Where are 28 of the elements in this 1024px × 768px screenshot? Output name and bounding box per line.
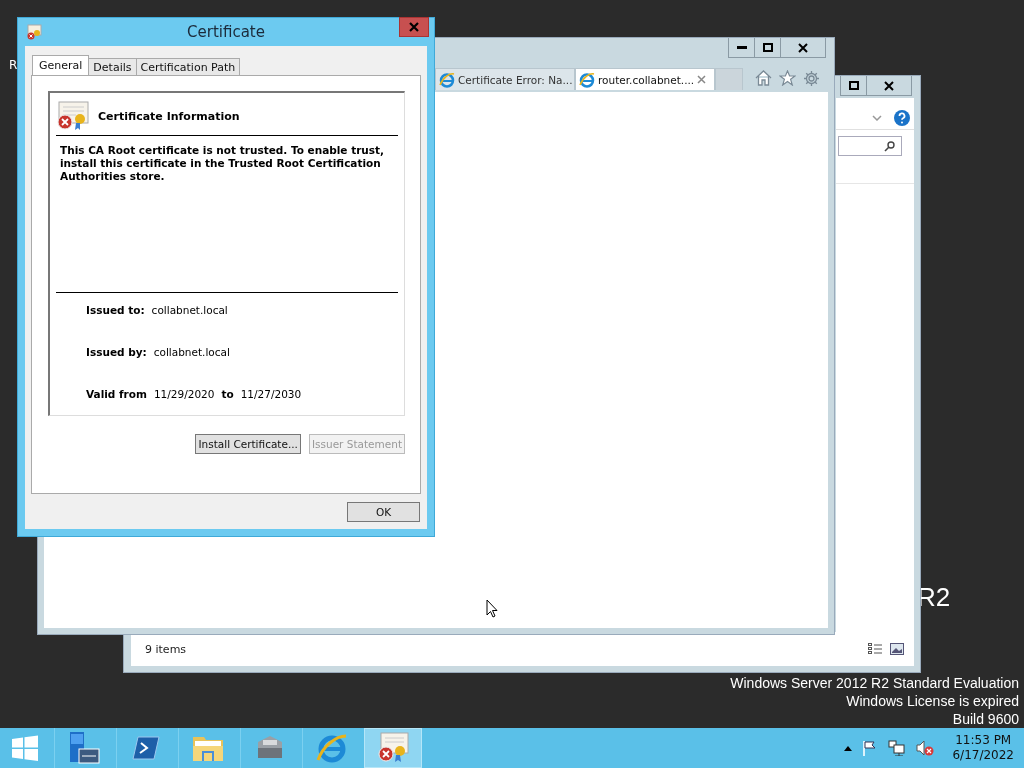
dialog-tab[interactable]: Certification Path	[135, 58, 241, 75]
window-title: Certificate	[186, 23, 266, 41]
dialog-tab[interactable]: General	[32, 55, 90, 75]
field-label: Issued by:	[86, 346, 147, 358]
install-certificate-button[interactable]: Install Certificate...	[195, 434, 301, 454]
field-value: 11/27/2030	[240, 388, 302, 400]
trust-message: This CA Root certificate is not trusted. To enable trust, install this certificate in the Trusted Root Certification Authorities store.	[60, 144, 386, 184]
status-text: 9 items	[145, 642, 187, 656]
tab-title: Certificate Error: Na...	[458, 73, 573, 86]
field-value: collabnet.local	[151, 304, 228, 316]
section-heading: Certificate Information	[98, 109, 240, 123]
field-value: collabnet.local	[153, 346, 230, 358]
desktop-icon-label[interactable]: R	[9, 58, 18, 72]
clock-time: 11:53 PM	[955, 733, 1012, 748]
desktop-notice-text: Build 9600	[952, 710, 1019, 728]
tab-title: router.collabnet....	[598, 73, 695, 86]
ok-button[interactable]: OK	[347, 502, 420, 522]
field-label: Issued to:	[86, 304, 145, 316]
field-label: Valid from	[86, 388, 147, 400]
desktop-notice-text: Windows License is expired	[846, 692, 1019, 710]
desktop-notice-text: Windows Server 2012 R2 Standard Evaluation	[730, 674, 1019, 692]
browser-tab[interactable]: router.collabnet....	[575, 68, 715, 90]
clock-date: 6/17/2022	[952, 748, 1014, 763]
field-value: 11/29/2020	[153, 388, 215, 400]
dialog-tab[interactable]: Details	[88, 58, 137, 75]
field-label: to	[221, 388, 234, 400]
clock[interactable]: 11:53 PM 6/17/2022	[952, 733, 1014, 763]
browser-tab[interactable]: Certificate Error: Na...	[435, 68, 575, 90]
